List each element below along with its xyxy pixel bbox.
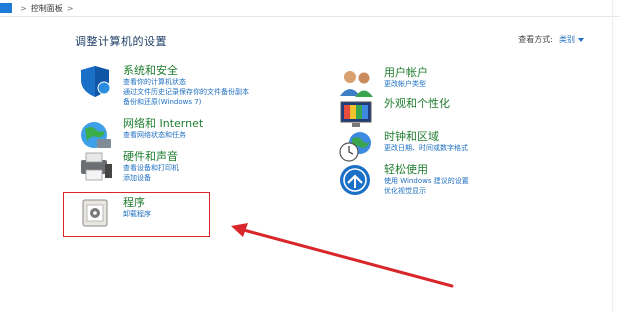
divider — [612, 0, 613, 312]
annotation-arrow-icon — [231, 223, 454, 288]
